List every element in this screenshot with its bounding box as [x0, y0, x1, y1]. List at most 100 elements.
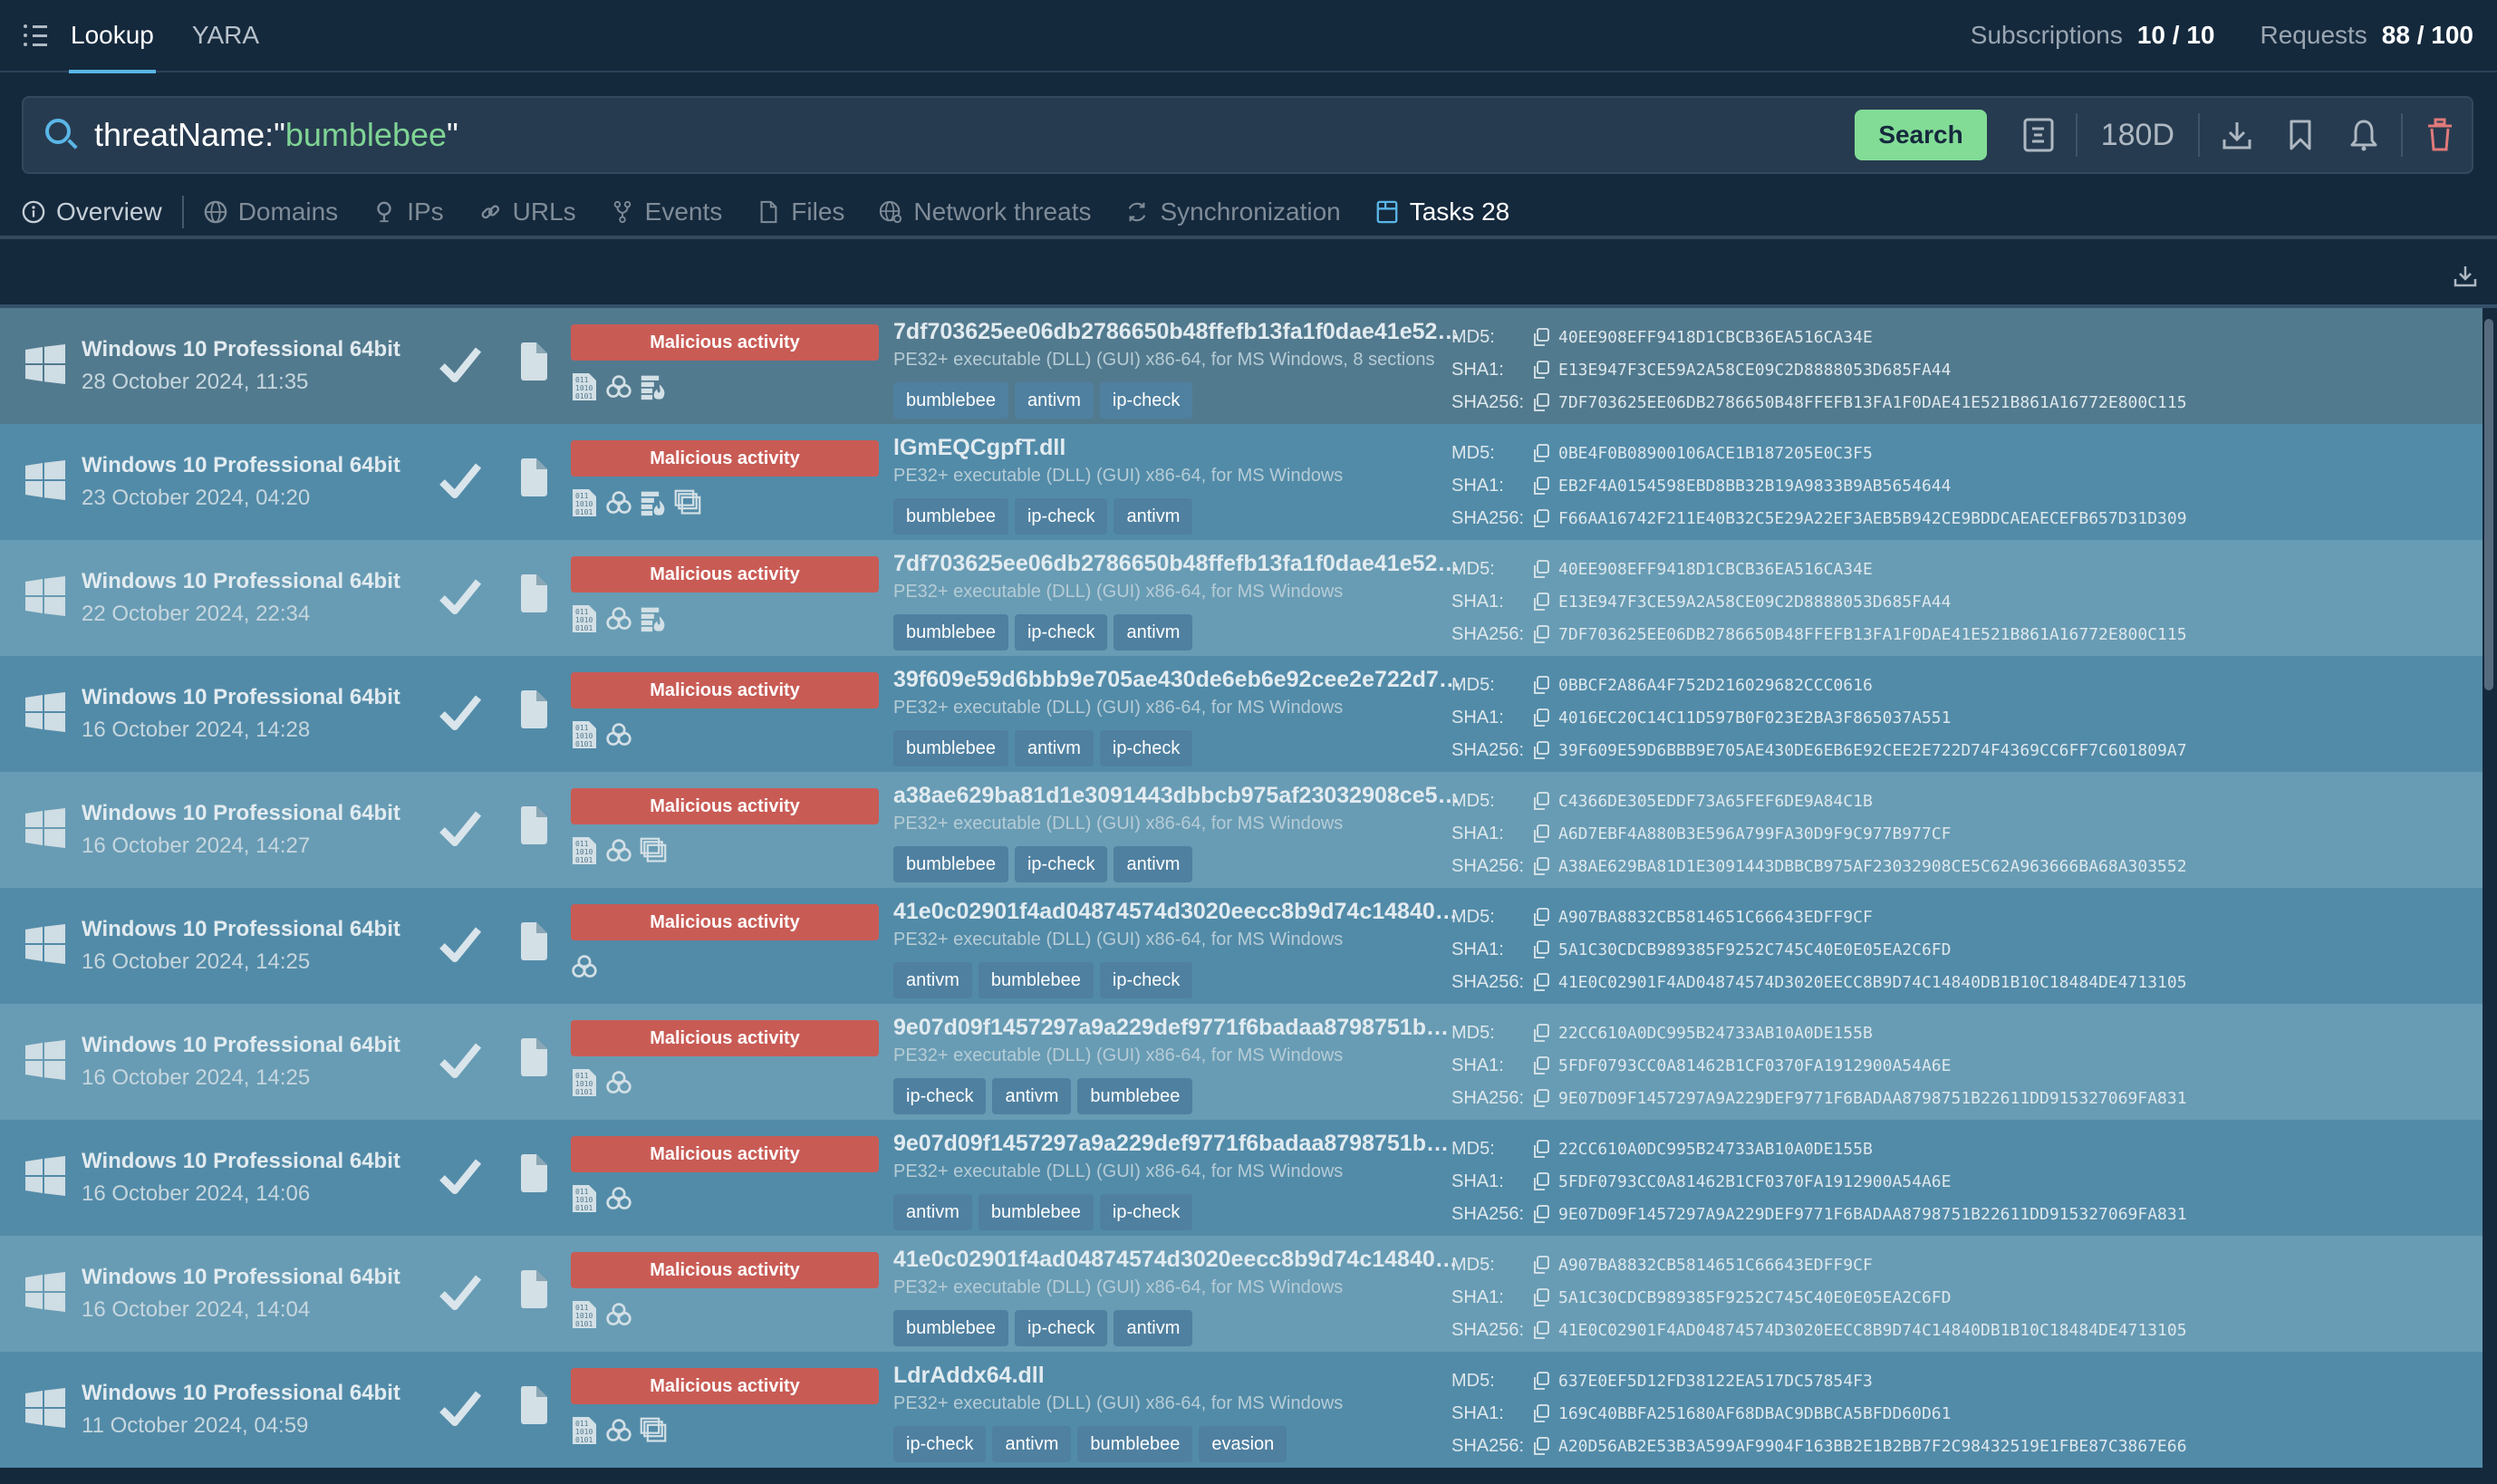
- copy-icon[interactable]: [1531, 972, 1551, 992]
- tab-overview[interactable]: Overview: [22, 187, 162, 237]
- verdict-badge[interactable]: Malicious activity: [571, 904, 879, 940]
- copy-icon[interactable]: [1531, 856, 1551, 876]
- tag[interactable]: antivm: [992, 1078, 1072, 1114]
- tag[interactable]: antivm: [992, 1426, 1072, 1462]
- tag[interactable]: ip-check: [893, 1078, 987, 1114]
- file-name[interactable]: 9e07d09f1457297a9a229def9771f6badaa87987…: [893, 1015, 1449, 1041]
- tag[interactable]: antivm: [1114, 498, 1193, 535]
- copy-icon[interactable]: [1531, 559, 1551, 579]
- document-icon[interactable]: [2007, 110, 2070, 160]
- file-name[interactable]: 9e07d09f1457297a9a229def9771f6badaa87987…: [893, 1131, 1449, 1157]
- file-name[interactable]: a38ae629ba81d1e3091443dbbcb975af23032908…: [893, 783, 1461, 809]
- copy-icon[interactable]: [1531, 508, 1551, 528]
- file-name[interactable]: LdrAddx64.dll: [893, 1363, 1045, 1389]
- copy-icon[interactable]: [1531, 791, 1551, 811]
- tag[interactable]: antivm: [1014, 382, 1094, 419]
- task-row[interactable]: Windows 10 Professional 64bit 16 October…: [0, 1004, 2483, 1120]
- verdict-badge[interactable]: Malicious activity: [571, 324, 879, 361]
- task-row[interactable]: Windows 10 Professional 64bit 16 October…: [0, 888, 2483, 1004]
- tag[interactable]: antivm: [893, 962, 972, 998]
- copy-icon[interactable]: [1531, 675, 1551, 695]
- bell-icon[interactable]: [2332, 110, 2396, 160]
- tag[interactable]: ip-check: [1099, 730, 1193, 766]
- copy-icon[interactable]: [1531, 1436, 1551, 1456]
- tab-domains[interactable]: Domains: [204, 187, 338, 237]
- copy-icon[interactable]: [1531, 392, 1551, 412]
- search-button[interactable]: Search: [1855, 110, 1987, 160]
- tag[interactable]: bumblebee: [893, 382, 1008, 419]
- copy-icon[interactable]: [1531, 1255, 1551, 1275]
- tab-network-threats[interactable]: Network threats: [879, 187, 1091, 237]
- list-icon[interactable]: [24, 24, 47, 46]
- tag[interactable]: ip-check: [1014, 1310, 1108, 1346]
- copy-icon[interactable]: [1531, 327, 1551, 347]
- tab-lookup[interactable]: Lookup: [69, 0, 156, 73]
- tag[interactable]: bumblebee: [893, 730, 1008, 766]
- copy-icon[interactable]: [1531, 824, 1551, 843]
- copy-icon[interactable]: [1531, 624, 1551, 644]
- copy-icon[interactable]: [1531, 1055, 1551, 1075]
- tag[interactable]: ip-check: [1099, 382, 1193, 419]
- tag[interactable]: bumblebee: [893, 498, 1008, 535]
- verdict-badge[interactable]: Malicious activity: [571, 1020, 879, 1056]
- tag[interactable]: ip-check: [1099, 962, 1193, 998]
- verdict-badge[interactable]: Malicious activity: [571, 556, 879, 593]
- task-row[interactable]: Windows 10 Professional 64bit 16 October…: [0, 1120, 2483, 1236]
- copy-icon[interactable]: [1531, 1287, 1551, 1307]
- verdict-badge[interactable]: Malicious activity: [571, 1136, 879, 1172]
- tag[interactable]: bumblebee: [1077, 1078, 1193, 1114]
- copy-icon[interactable]: [1531, 740, 1551, 760]
- tab-events[interactable]: Events: [611, 187, 722, 237]
- tag[interactable]: bumblebee: [893, 1310, 1008, 1346]
- tag[interactable]: ip-check: [1014, 614, 1108, 650]
- task-row[interactable]: Windows 10 Professional 64bit 23 October…: [0, 424, 2483, 540]
- task-row[interactable]: Windows 10 Professional 64bit 16 October…: [0, 772, 2483, 888]
- task-row[interactable]: Windows 10 Professional 64bit 28 October…: [0, 308, 2483, 424]
- tab-ips[interactable]: IPs: [372, 187, 444, 237]
- task-row[interactable]: Windows 10 Professional 64bit 22 October…: [0, 540, 2483, 656]
- copy-icon[interactable]: [1531, 443, 1551, 463]
- verdict-badge[interactable]: Malicious activity: [571, 1252, 879, 1288]
- tab-tasks[interactable]: Tasks 28: [1374, 187, 1509, 241]
- file-name[interactable]: lGmEQCgpfT.dll: [893, 435, 1065, 461]
- tab-urls[interactable]: URLs: [478, 187, 576, 237]
- tag[interactable]: evasion: [1199, 1426, 1287, 1462]
- verdict-badge[interactable]: Malicious activity: [571, 672, 879, 708]
- tag[interactable]: antivm: [1014, 730, 1094, 766]
- tag[interactable]: bumblebee: [893, 614, 1008, 650]
- copy-icon[interactable]: [1531, 1139, 1551, 1159]
- copy-icon[interactable]: [1531, 940, 1551, 959]
- copy-icon[interactable]: [1531, 1204, 1551, 1224]
- scrollbar-thumb[interactable]: [2484, 319, 2493, 690]
- tag[interactable]: antivm: [893, 1194, 972, 1230]
- task-row[interactable]: Windows 10 Professional 64bit 16 October…: [0, 1236, 2483, 1352]
- tag[interactable]: ip-check: [893, 1426, 987, 1462]
- tag[interactable]: antivm: [1114, 846, 1193, 882]
- tag[interactable]: ip-check: [1014, 498, 1108, 535]
- copy-icon[interactable]: [1531, 708, 1551, 728]
- verdict-badge[interactable]: Malicious activity: [571, 1368, 879, 1404]
- trash-icon[interactable]: [2408, 110, 2472, 160]
- copy-icon[interactable]: [1531, 1371, 1551, 1391]
- search-input[interactable]: threatName:"bumblebee": [94, 116, 1855, 154]
- tab-yara[interactable]: YARA: [190, 0, 261, 72]
- export-download-icon[interactable]: [2454, 265, 2477, 293]
- tag[interactable]: antivm: [1114, 1310, 1193, 1346]
- bookmark-icon[interactable]: [2269, 110, 2332, 160]
- file-name[interactable]: 41e0c02901f4ad04874574d3020eecc8b9d74c14…: [893, 899, 1458, 925]
- file-name[interactable]: 7df703625ee06db2786650b48ffefb13fa1f0dae…: [893, 551, 1460, 577]
- file-name[interactable]: 39f609e59d6bbb9e705ae430de6eb6e92cee2e72…: [893, 667, 1461, 693]
- tag[interactable]: antivm: [1114, 614, 1193, 650]
- tab-files[interactable]: Files: [757, 187, 844, 237]
- copy-icon[interactable]: [1531, 1023, 1551, 1043]
- tag[interactable]: ip-check: [1099, 1194, 1193, 1230]
- copy-icon[interactable]: [1531, 360, 1551, 380]
- tag[interactable]: bumblebee: [978, 1194, 1094, 1230]
- copy-icon[interactable]: [1531, 1171, 1551, 1191]
- download-icon[interactable]: [2205, 110, 2269, 160]
- copy-icon[interactable]: [1531, 1088, 1551, 1108]
- tag[interactable]: bumblebee: [893, 846, 1008, 882]
- file-name[interactable]: 7df703625ee06db2786650b48ffefb13fa1f0dae…: [893, 319, 1460, 345]
- period-selector[interactable]: 180D: [2083, 118, 2193, 153]
- task-row[interactable]: Windows 10 Professional 64bit 16 October…: [0, 656, 2483, 772]
